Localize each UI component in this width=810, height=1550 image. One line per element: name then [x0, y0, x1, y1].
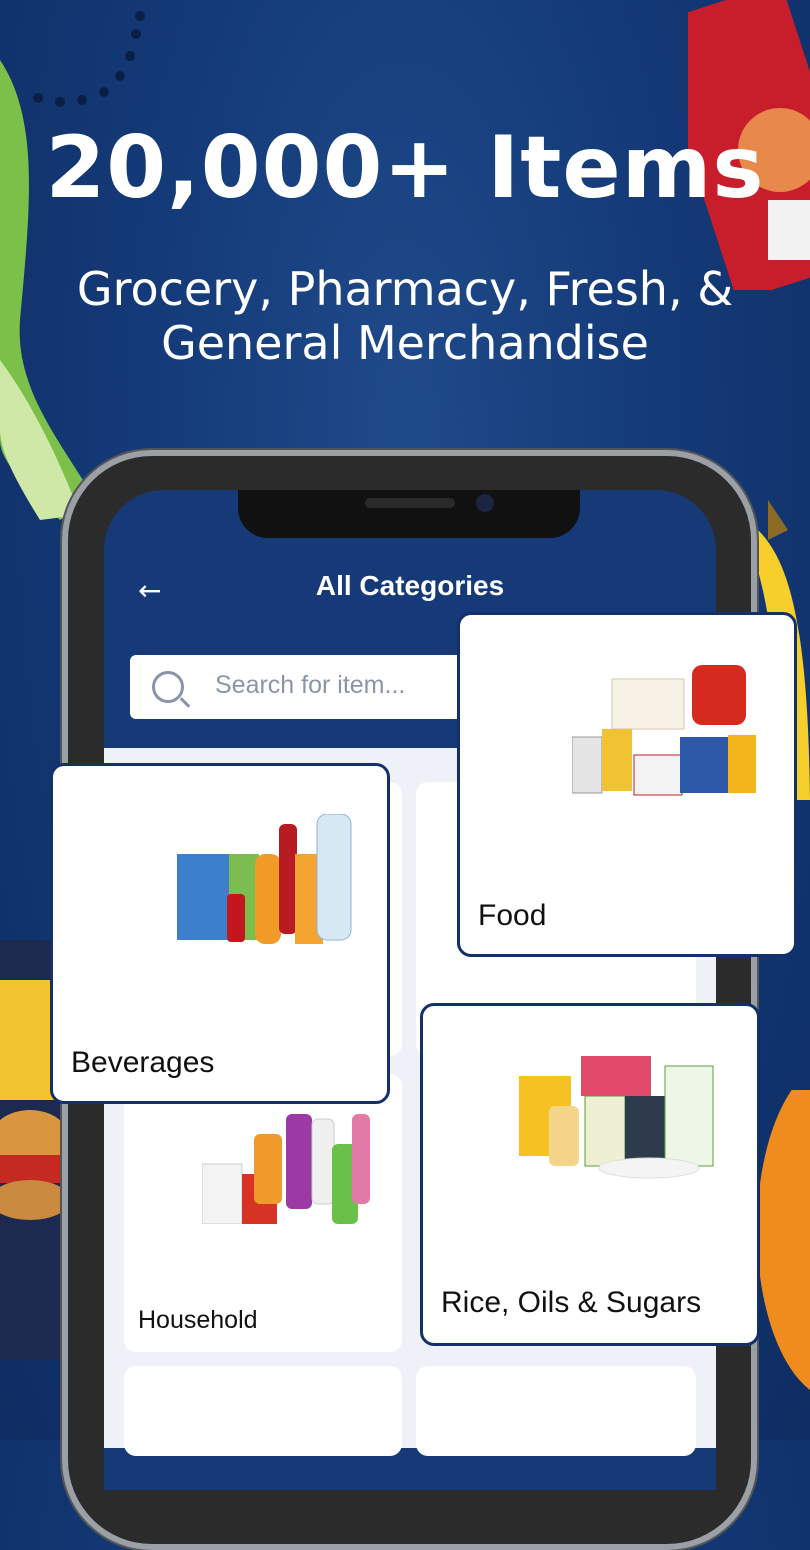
- orange-image: [757, 1090, 810, 1390]
- promo-headline: 20,000+ Items: [45, 118, 765, 218]
- food-products-image: [572, 665, 756, 796]
- search-icon: [152, 671, 184, 703]
- search-input[interactable]: Search for item...: [130, 655, 470, 719]
- category-tile[interactable]: [416, 1366, 696, 1456]
- rice-oils-sugars-image: [519, 1056, 714, 1179]
- search-placeholder: Search for item...: [215, 671, 406, 699]
- category-tile-household[interactable]: Household: [124, 1074, 402, 1352]
- category-label: Rice, Oils & Sugars: [441, 1286, 702, 1319]
- category-card-food[interactable]: Food: [457, 612, 797, 957]
- household-products-image: [202, 1114, 370, 1224]
- category-label: Household: [138, 1306, 258, 1334]
- category-card-rice-oils-sugars[interactable]: Rice, Oils & Sugars: [420, 1003, 760, 1346]
- category-label: Beverages: [71, 1046, 215, 1079]
- beverages-products-image: [177, 814, 352, 944]
- phone-camera: [476, 494, 494, 512]
- category-tile[interactable]: [124, 1366, 402, 1456]
- category-card-beverages[interactable]: Beverages: [50, 763, 390, 1104]
- phone-speaker: [365, 498, 455, 508]
- category-label: Food: [478, 899, 547, 932]
- page-title: All Categories: [315, 570, 505, 601]
- promo-subline: Grocery, Pharmacy, Fresh, & General Merc…: [76, 262, 734, 370]
